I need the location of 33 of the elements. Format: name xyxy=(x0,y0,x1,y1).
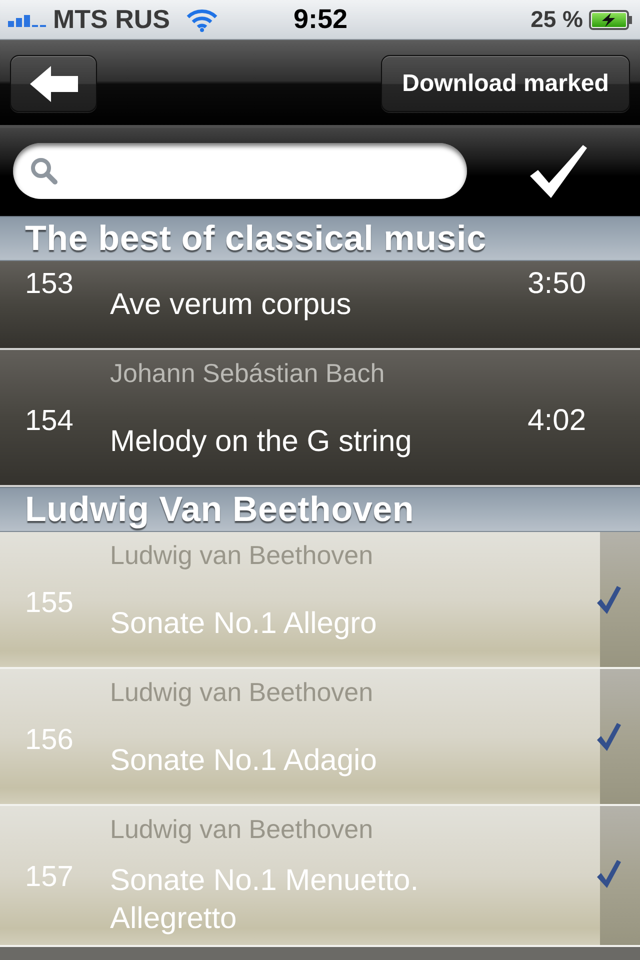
track-title: Ave verum corpus xyxy=(110,287,352,323)
artist-name: Ludwig van Beethoven xyxy=(110,540,374,570)
carrier-name: MTS RUS xyxy=(53,4,170,35)
track-number: 157 xyxy=(25,862,74,895)
track-number: 156 xyxy=(25,725,74,758)
artist-name: Ludwig van Beethoven xyxy=(110,677,374,707)
track-duration: 4:02 xyxy=(528,406,586,439)
wifi-icon xyxy=(186,8,218,32)
track-row[interactable]: 153 Ave verum corpus 3:50 xyxy=(0,261,640,350)
track-number: 154 xyxy=(25,406,74,439)
check-icon[interactable] xyxy=(530,145,587,198)
track-row[interactable]: Johann Sebástian Bach 154 Melody on the G string 4:02 xyxy=(0,350,640,487)
track-title: Melody on the G string xyxy=(110,424,412,460)
check-icon xyxy=(597,586,621,614)
check-icon xyxy=(597,723,621,751)
arrow-icon xyxy=(30,66,78,102)
track-title: Sonate No.1 Adagio xyxy=(110,743,377,779)
battery-percent: 25 % xyxy=(530,6,583,33)
track-title: Sonate No.1 Menuetto. Allegretto xyxy=(110,863,420,937)
section-header: Ludwig Van Beethoven xyxy=(0,487,640,532)
section-header: The best of classical music xyxy=(0,216,640,261)
track-title: Sonate No.1 Allegro xyxy=(110,606,377,642)
clock-time: 9:52 xyxy=(293,4,348,35)
search-icon xyxy=(30,157,58,185)
track-number: 155 xyxy=(25,588,74,621)
download-button[interactable]: Download marked xyxy=(381,55,630,112)
back-button[interactable] xyxy=(10,55,97,112)
signal-icon xyxy=(8,12,46,26)
check-icon xyxy=(597,860,621,888)
artist-name: Ludwig van Beethoven xyxy=(110,814,374,844)
track-duration: 3:50 xyxy=(528,269,586,302)
artist-name: Johann Sebástian Bach xyxy=(110,358,385,388)
track-number: 153 xyxy=(25,269,74,302)
